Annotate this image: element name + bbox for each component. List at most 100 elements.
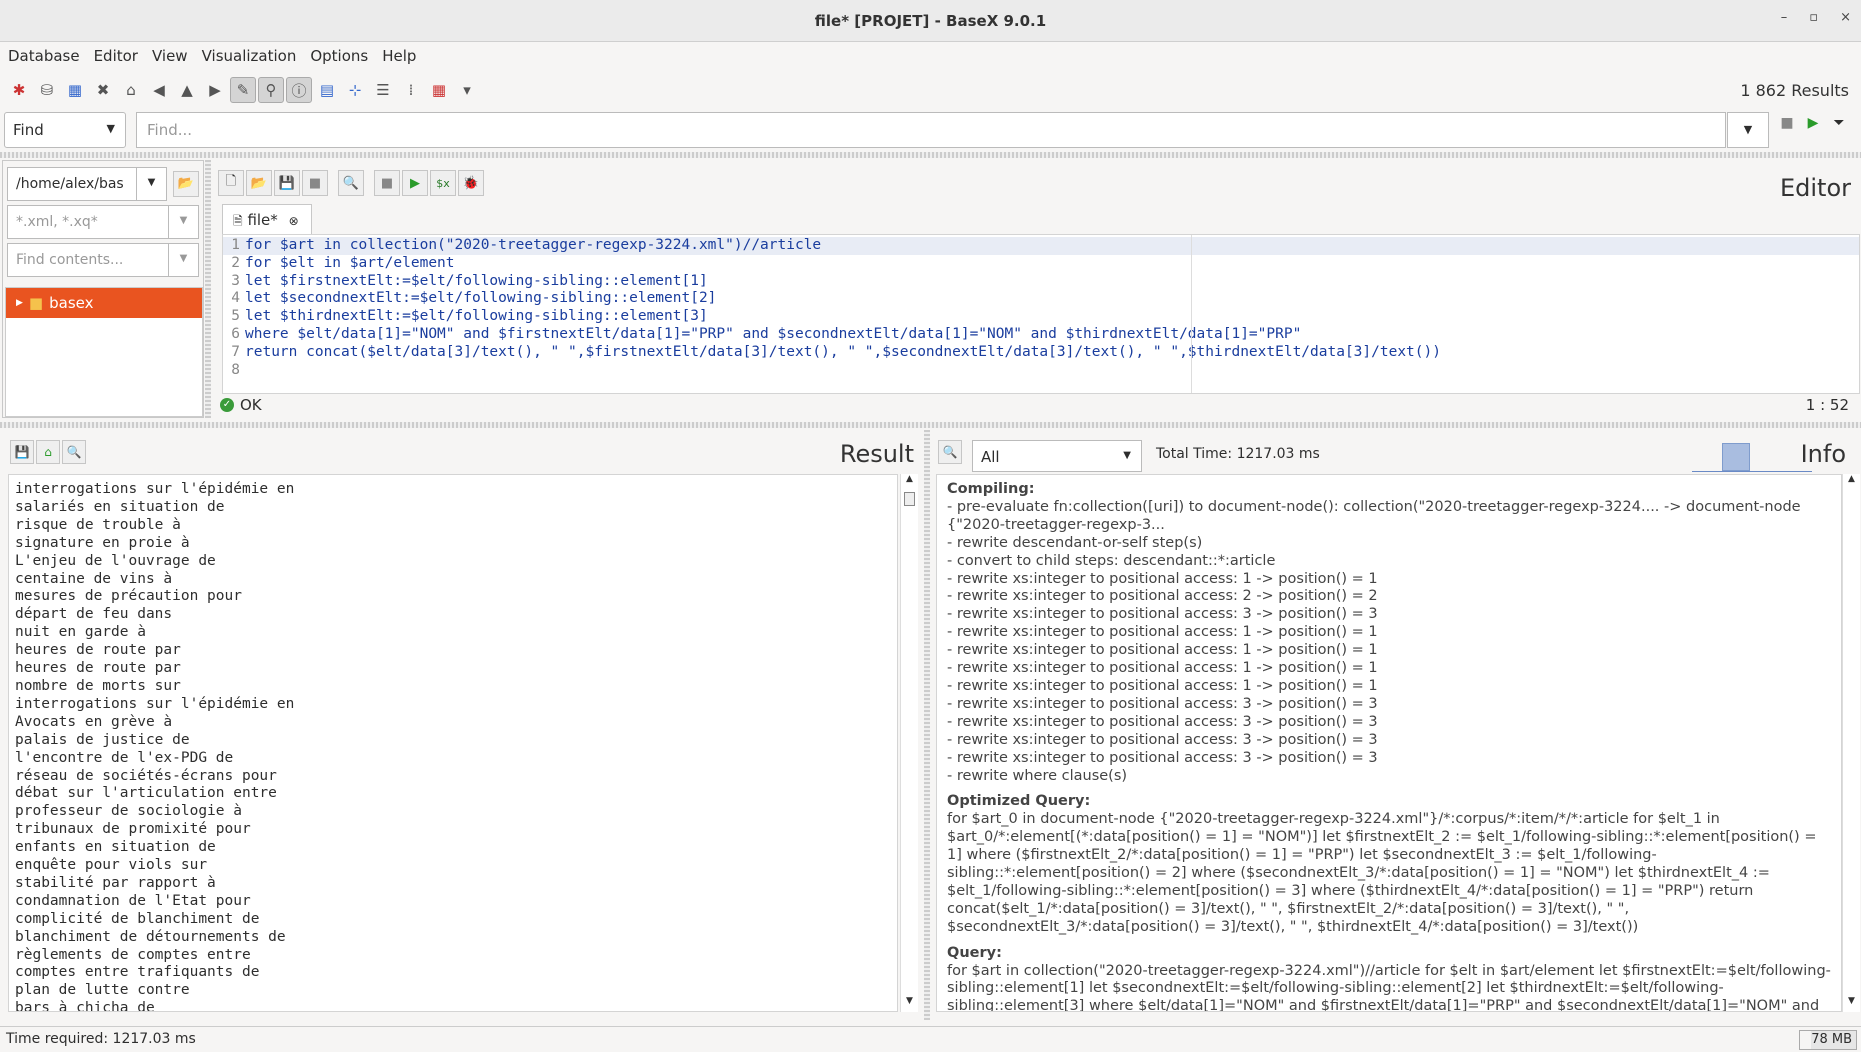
scroll-down-icon[interactable]: ▼: [1843, 996, 1860, 1012]
file-filter-placeholder: *.xml, *.xq*: [16, 214, 98, 230]
editor-toolbar: 🗋 📂 💾 ■ 🔍 ■ ▶ $x 🐞: [218, 170, 484, 196]
close-database-icon[interactable]: ✖: [90, 77, 116, 103]
back-icon[interactable]: ◀: [146, 77, 172, 103]
total-time: Total Time: 1217.03 ms: [1156, 446, 1320, 462]
compiling-step: - rewrite xs:integer to positional acces…: [947, 570, 1378, 587]
compiling-step: - rewrite xs:integer to positional acces…: [947, 713, 1378, 730]
stop-icon[interactable]: ■: [374, 170, 400, 196]
menu-bar: Database Editor View Visualization Optio…: [0, 42, 1861, 70]
more-views-icon[interactable]: ▾: [454, 77, 480, 103]
tree-view-icon[interactable]: ⊹: [342, 77, 368, 103]
search-icon[interactable]: 🔍: [338, 170, 364, 196]
close-file-icon[interactable]: ■: [302, 170, 328, 196]
scroll-up-icon[interactable]: ▲: [1843, 474, 1860, 490]
result-line: mesures de précaution pour: [15, 588, 242, 605]
info-filter-select[interactable]: All ▼: [972, 440, 1142, 472]
home-icon[interactable]: ⌂: [118, 77, 144, 103]
menu-editor[interactable]: Editor: [94, 47, 138, 65]
table-view-icon[interactable]: ▦: [426, 77, 452, 103]
home-icon[interactable]: ⌂: [36, 440, 60, 464]
save-icon[interactable]: 💾: [10, 440, 34, 464]
plot-view-icon[interactable]: ⁞: [398, 77, 424, 103]
window-title: file* [PROJET] - BaseX 9.0.1: [814, 12, 1047, 30]
timing-chart: [1692, 442, 1812, 472]
result-line: complicité de blanchiment de: [15, 910, 260, 927]
info-filter-label: All: [981, 448, 1000, 466]
open-file-icon[interactable]: 📂: [246, 170, 272, 196]
find-input[interactable]: Find...: [136, 112, 1726, 148]
splitter[interactable]: [0, 422, 1861, 428]
cursor-position: 1 : 52: [1805, 396, 1849, 414]
find-contents-combo[interactable]: Find contents... ▼: [7, 243, 199, 277]
result-line: enfants en situation de: [15, 839, 216, 856]
info-toggle-icon[interactable]: ⓘ: [286, 77, 312, 103]
debug-icon[interactable]: 🐞: [458, 170, 484, 196]
scroll-thumb[interactable]: [904, 492, 915, 506]
chevron-down-icon[interactable]: ▼: [168, 244, 198, 276]
status-bar: Time required: 1217.03 ms 78 MB: [0, 1026, 1861, 1052]
info-scrollbar[interactable]: ▲ ▼: [1842, 474, 1860, 1012]
close-icon[interactable]: ⊗: [289, 214, 299, 228]
run-icon[interactable]: ▶: [1802, 112, 1824, 134]
properties-icon[interactable]: ▦: [62, 77, 88, 103]
editor-panel: 🗋 📂 💾 ■ 🔍 ■ ▶ $x 🐞 Editor 🗎 file* ⊗ 1 for…: [210, 160, 1861, 418]
menu-view[interactable]: View: [152, 47, 188, 65]
project-toggle-icon[interactable]: ⚲: [258, 77, 284, 103]
tree-item-basex[interactable]: ▶ ■ basex: [6, 288, 202, 318]
compiling-step: - rewrite xs:integer to positional acces…: [947, 695, 1378, 712]
minimize-button[interactable]: –: [1781, 10, 1788, 25]
search-icon[interactable]: 🔍: [938, 440, 962, 464]
project-panel: /home/alex/bas ▼ 📂 *.xml, *.xq* ▼ Find c…: [2, 160, 204, 418]
scroll-down-icon[interactable]: ▼: [901, 996, 918, 1012]
map-view-icon[interactable]: ▤: [314, 77, 340, 103]
folder-view-icon[interactable]: ☰: [370, 77, 396, 103]
project-path: /home/alex/bas: [16, 176, 124, 192]
find-history-dropdown[interactable]: ▼: [1727, 112, 1769, 148]
result-line: débat sur l'articulation entre: [15, 785, 277, 802]
result-text[interactable]: interrogations sur l'épidémie en salariés…: [8, 474, 898, 1012]
memory-indicator[interactable]: 78 MB: [1799, 1030, 1857, 1050]
forward-icon[interactable]: ▶: [202, 77, 228, 103]
chevron-right-icon[interactable]: ▶: [16, 298, 23, 308]
result-line: L'enjeu de l'ouvrage de: [15, 552, 216, 569]
result-scrollbar[interactable]: ▲ ▼: [900, 474, 918, 1012]
new-file-icon[interactable]: 🗋: [218, 170, 244, 196]
search-icon[interactable]: 🔍: [62, 440, 86, 464]
result-line: comptes entre trafiquants de: [15, 964, 260, 981]
run-icon[interactable]: ▶: [402, 170, 428, 196]
compiling-step: - rewrite xs:integer to positional acces…: [947, 642, 1378, 659]
compiling-list: - pre-evaluate fn:collection([uri]) to d…: [947, 499, 1831, 786]
menu-database[interactable]: Database: [8, 47, 80, 65]
menu-help[interactable]: Help: [382, 47, 416, 65]
tab-file[interactable]: 🗎 file* ⊗: [222, 204, 312, 234]
new-database-icon[interactable]: ✱: [6, 77, 32, 103]
variables-icon[interactable]: $x: [430, 170, 456, 196]
info-text[interactable]: Compiling: - pre-evaluate fn:collection(…: [936, 474, 1842, 1012]
filter-icon[interactable]: ⏷: [1828, 112, 1850, 134]
stop-icon[interactable]: ■: [1776, 112, 1798, 134]
menu-options[interactable]: Options: [310, 47, 368, 65]
project-path-combo[interactable]: /home/alex/bas ▼: [7, 167, 167, 201]
result-line: bars à chicha de: [15, 1000, 155, 1012]
save-icon[interactable]: 💾: [274, 170, 300, 196]
maximize-button[interactable]: ▫: [1809, 10, 1818, 25]
info-title: Info: [1800, 440, 1846, 468]
splitter[interactable]: [0, 152, 1861, 158]
result-line: nuit en garde à: [15, 624, 146, 641]
result-line: risque de trouble à: [15, 516, 181, 533]
chevron-down-icon[interactable]: ▼: [168, 206, 198, 238]
find-mode-label: Find: [13, 121, 44, 139]
menu-visualization[interactable]: Visualization: [202, 47, 297, 65]
code-editor[interactable]: 1 for $art in collection("2020-treetagger…: [222, 234, 1860, 394]
open-folder-icon[interactable]: 📂: [173, 171, 199, 197]
chevron-down-icon[interactable]: ▼: [136, 168, 166, 200]
editor-toggle-icon[interactable]: ✎: [230, 77, 256, 103]
tree-item-label: basex: [49, 294, 94, 312]
file-filter-combo[interactable]: *.xml, *.xq* ▼: [7, 205, 199, 239]
query-text: for $art in collection("2020-treetagger-…: [947, 962, 1831, 1012]
up-icon[interactable]: ▲: [174, 77, 200, 103]
find-mode-select[interactable]: Find ▼: [4, 112, 126, 148]
scroll-up-icon[interactable]: ▲: [901, 474, 918, 490]
close-button[interactable]: ×: [1840, 10, 1851, 25]
open-database-icon[interactable]: ⛁: [34, 77, 60, 103]
